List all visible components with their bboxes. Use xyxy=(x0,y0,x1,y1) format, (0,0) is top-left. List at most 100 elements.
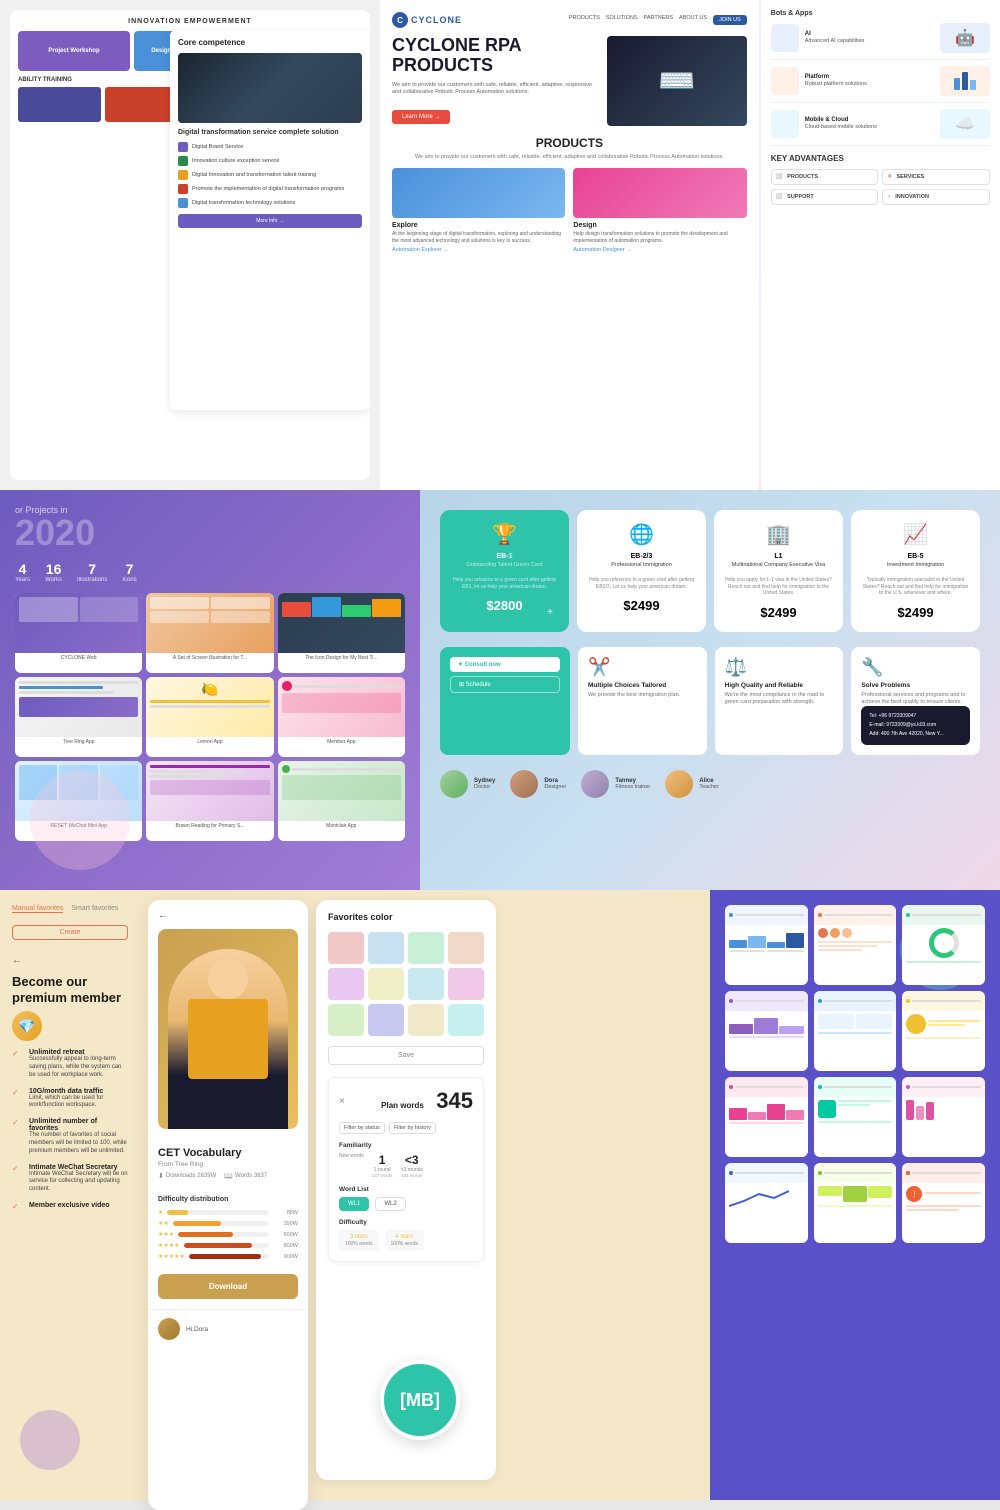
dash-thumb-9[interactable] xyxy=(902,1077,985,1157)
cyclone-cta-btn[interactable]: Learn More → xyxy=(392,110,450,124)
premium-badge: 💎 xyxy=(12,1011,42,1041)
mockup-3[interactable]: The Icon Design for My Best Ti... xyxy=(278,593,405,673)
decorative-blob xyxy=(30,770,130,870)
mb-logo: [MB] xyxy=(380,1360,460,1440)
familiarity-row: New words 1 1 round 137 words <3 <3 roun… xyxy=(339,1153,473,1178)
color-cell-12[interactable] xyxy=(448,1004,484,1036)
dash-thumb-10[interactable] xyxy=(725,1163,808,1243)
word-list-btns: WL1 WL2 xyxy=(339,1197,473,1211)
feature-unlimited-favorites: ✓ Unlimited number of favorites The numb… xyxy=(12,1118,128,1155)
dashboard-section: ! xyxy=(710,890,1000,1500)
save-btn[interactable]: Save xyxy=(328,1046,484,1065)
dash-thumb-6[interactable] xyxy=(902,991,985,1071)
immigration-section: 🏆 EB-1 Outstanding Talent Green Card Hel… xyxy=(420,490,1000,890)
stat-years: 4 Years xyxy=(15,561,30,583)
dash-thumb-12[interactable]: ! xyxy=(902,1163,985,1243)
filter-history[interactable]: Filter by history xyxy=(389,1122,436,1134)
dash-dot-1 xyxy=(729,913,733,917)
dash-dot-5 xyxy=(818,999,822,1003)
dash-thumb-1[interactable] xyxy=(725,905,808,985)
color-cell-8[interactable] xyxy=(448,968,484,1000)
dash-thumb-11[interactable] xyxy=(814,1163,897,1243)
color-cell-2[interactable] xyxy=(368,932,404,964)
platform-icon xyxy=(771,67,799,95)
diff-bar-wrap-3 xyxy=(178,1232,269,1237)
dash-dot-9 xyxy=(906,1085,910,1089)
tab-smart[interactable]: Smart favorites xyxy=(71,905,118,913)
schedule-btn[interactable]: ⊞ Schedule xyxy=(450,676,560,693)
tab-manual[interactable]: Manual favorites xyxy=(12,905,63,913)
color-cell-11[interactable] xyxy=(408,1004,444,1036)
color-cell-1[interactable] xyxy=(328,932,364,964)
mockup-6[interactable]: Member App xyxy=(278,677,405,757)
consult-btn[interactable]: ✦ Consult now xyxy=(450,657,560,672)
plan-words-header: × Plan words 345 xyxy=(339,1088,473,1114)
difficulty-title: Difficulty distribution xyxy=(158,1196,298,1203)
imm-card-eb23[interactable]: 🌐 EB-2/3 Professional Immigration Help y… xyxy=(577,510,706,632)
service-item-5: Digital transformation technology soluti… xyxy=(178,198,362,208)
dash-thumb-5[interactable] xyxy=(814,991,897,1071)
color-cell-9[interactable] xyxy=(328,1004,364,1036)
color-cell-10[interactable] xyxy=(368,1004,404,1036)
top-section: INNOVATION EMPOWERMENT Project Workshop … xyxy=(0,0,1000,490)
plan-words-close[interactable]: × xyxy=(339,1096,345,1107)
create-btn[interactable]: Create xyxy=(12,925,128,940)
dash-header-6 xyxy=(902,991,985,1011)
color-cell-5[interactable] xyxy=(328,968,364,1000)
imm-card-l1[interactable]: 🏢 L1 Multinational Company Executive Vis… xyxy=(714,510,843,632)
cloud-preview: ☁️ xyxy=(940,109,990,139)
dash-header-2 xyxy=(814,905,897,925)
wl2-btn[interactable]: WL2 xyxy=(375,1197,405,1211)
diff-bar-3 xyxy=(178,1232,233,1237)
tablet-left: INNOVATION EMPOWERMENT Project Workshop … xyxy=(0,0,380,490)
color-cell-6[interactable] xyxy=(368,968,404,1000)
back-arrow[interactable]: ← xyxy=(12,955,128,966)
fam-3rounds: <3 <3 rounds 131 words xyxy=(401,1153,423,1178)
mockup-8[interactable]: Brawn Reading for Primary S... xyxy=(146,761,273,841)
mockup-1[interactable]: CYCLONE Web xyxy=(15,593,142,673)
ai-icon xyxy=(771,24,799,52)
download-btn[interactable]: Download xyxy=(158,1274,298,1299)
mockup-9[interactable]: Montclair App xyxy=(278,761,405,841)
cet-app-title: CET Vocabulary xyxy=(158,1147,298,1159)
mockup-4[interactable]: Tree Ring App xyxy=(15,677,142,757)
cet-stats: ⬇ Downloads 2639W 📖 Words 3637 xyxy=(158,1172,298,1180)
alice-avatar xyxy=(665,770,693,798)
diff-bar-wrap-4 xyxy=(184,1243,269,1248)
dash-dot-12 xyxy=(906,1171,910,1175)
feature-video: ✓ Member exclusive video xyxy=(12,1202,128,1214)
solve-icon: 🔧 xyxy=(861,657,970,678)
adv-services: ✕ SERVICES xyxy=(882,169,990,185)
cet-header: ← xyxy=(148,900,308,1147)
imm-card-eb1[interactable]: 🏆 EB-1 Outstanding Talent Green Card Hel… xyxy=(440,510,569,632)
imm-card-eb5[interactable]: 📈 EB-5 Investment Immigration Typically … xyxy=(851,510,980,632)
eb1-select-btn[interactable]: + xyxy=(541,604,559,622)
filter-status[interactable]: Filter by status xyxy=(339,1122,385,1134)
dash-thumb-3[interactable] xyxy=(902,905,985,985)
color-cell-4[interactable] xyxy=(448,932,484,964)
mockup-5[interactable]: 🍋 Lemon App xyxy=(146,677,273,757)
cyclone-products-row: Explore At the beginning stage of digita… xyxy=(392,168,747,253)
fam-new: New words xyxy=(339,1153,364,1178)
competence-image xyxy=(178,53,362,123)
cet-back-btn[interactable]: ← xyxy=(158,910,298,921)
mockups-header: or Projects in 2020 xyxy=(15,505,405,551)
check-icon-4: ✓ xyxy=(12,1164,24,1176)
color-cell-3[interactable] xyxy=(408,932,444,964)
dash-thumb-8[interactable] xyxy=(814,1077,897,1157)
wl1-btn[interactable]: WL1 xyxy=(339,1197,369,1211)
cyclone-sidebar: Bots & Apps AIAdvanced AI capabilities 🤖… xyxy=(761,0,1000,490)
dash-header-5 xyxy=(814,991,897,1011)
dash-thumb-2[interactable] xyxy=(814,905,897,985)
service-solution-title: Digital transformation service complete … xyxy=(178,129,362,136)
dash-header-8 xyxy=(814,1077,897,1097)
color-cell-7[interactable] xyxy=(408,968,444,1000)
more-btn[interactable]: More Info → xyxy=(178,214,362,228)
dash-thumb-4[interactable] xyxy=(725,991,808,1071)
dash-thumb-7[interactable] xyxy=(725,1077,808,1157)
dash-header-10 xyxy=(725,1163,808,1183)
mockup-2[interactable]: A Set of Screen Illustration for T... xyxy=(146,593,273,673)
cyclone-hero-text: CYCLONE RPA PRODUCTS We aim to provide o… xyxy=(392,36,597,126)
diff-bar-wrap-5 xyxy=(189,1254,269,1259)
key-advantages-title: KEY ADVANTAGES xyxy=(771,154,990,163)
